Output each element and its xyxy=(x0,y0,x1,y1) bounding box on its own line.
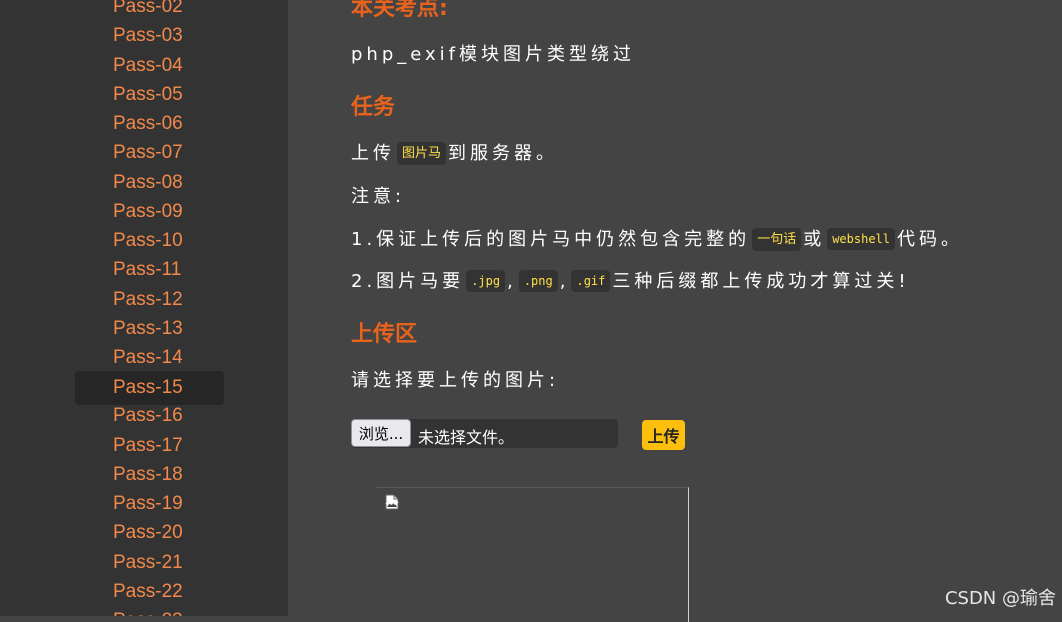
sidebar-item-pass-17[interactable]: Pass-17 xyxy=(75,431,224,460)
code-jpg: .jpg xyxy=(466,270,506,292)
point-text: php_exif模块图片类型绕过 xyxy=(351,44,636,65)
sidebar-item-pass-09[interactable]: Pass-09 xyxy=(75,197,224,226)
select-prompt: 请选择要上传的图片: xyxy=(351,370,560,391)
file-status: 未选择文件。 xyxy=(418,428,515,447)
sidebar-item-pass-05[interactable]: Pass-05 xyxy=(75,80,224,109)
code-png: .png xyxy=(518,270,558,292)
code-gif: .gif xyxy=(571,270,611,292)
sidebar-item-pass-12[interactable]: Pass-12 xyxy=(75,285,224,314)
heading-task: 任务 xyxy=(351,95,396,120)
sidebar-item-pass-11[interactable]: Pass-11 xyxy=(75,255,224,284)
code-one-liner: 一句话 xyxy=(752,228,802,251)
note-1: 1.保证上传后的图片马中仍然包含完整的 一句话或 webshell 代码。 xyxy=(351,225,963,251)
note1-post: 代码。 xyxy=(897,229,963,250)
sidebar-item-pass-04[interactable]: Pass-04 xyxy=(75,51,224,80)
sidebar-item-pass-13[interactable]: Pass-13 xyxy=(75,314,224,343)
broken-image-icon xyxy=(384,494,400,514)
sidebar-item-pass-14[interactable]: Pass-14 xyxy=(75,343,224,372)
sidebar-item-pass-07[interactable]: Pass-07 xyxy=(75,138,224,167)
sidebar-item-pass-19[interactable]: Pass-19 xyxy=(75,489,224,518)
task-post: 到服务器。 xyxy=(448,143,559,164)
sidebar-item-pass-10[interactable]: Pass-10 xyxy=(75,226,224,255)
task-pre: 上传 xyxy=(351,143,395,164)
note1-mid: 或 xyxy=(803,229,826,250)
sidebar-item-pass-21[interactable]: Pass-21 xyxy=(75,548,224,577)
task-text: 上传 图片马 到服务器。 xyxy=(351,139,558,165)
sidebar-item-pass-08[interactable]: Pass-08 xyxy=(75,168,224,197)
sidebar-item-pass-22[interactable]: Pass-22 xyxy=(75,577,224,606)
sidebar-item-pass-18[interactable]: Pass-18 xyxy=(75,460,224,489)
sidebar-item-pass-16[interactable]: Pass-16 xyxy=(75,401,224,430)
code-image-horse: 图片马 xyxy=(397,142,447,165)
sidebar-item-pass-03[interactable]: Pass-03 xyxy=(75,21,224,50)
image-preview xyxy=(376,487,689,622)
sidebar-item-pass-20[interactable]: Pass-20 xyxy=(75,518,224,547)
note-label: 注意: xyxy=(351,186,406,207)
note2-sep1: , xyxy=(507,271,517,292)
heading-upload: 上传区 xyxy=(351,322,418,347)
note2-post: 三种后缀都上传成功才算过关! xyxy=(612,271,910,292)
file-input[interactable]: 浏览... 未选择文件。 xyxy=(351,419,618,448)
sidebar: Pass-02 Pass-03 Pass-04 Pass-05 Pass-06 Pass-… xyxy=(0,0,288,616)
upload-button[interactable]: 上传 xyxy=(642,420,685,450)
note-2: 2.图片马要 .jpg, .png, .gif 三种后缀都上传成功才算过关! xyxy=(351,267,910,293)
pass-nav-list: Pass-02 Pass-03 Pass-04 Pass-05 Pass-06 Pass-… xyxy=(75,0,224,616)
note2-pre: 2.图片马要 xyxy=(351,271,465,292)
sidebar-item-pass-15[interactable]: Pass-15 xyxy=(75,371,224,406)
watermark: CSDN @瑜舍 xyxy=(944,588,1056,609)
note2-sep2: , xyxy=(559,271,570,292)
sidebar-item-pass-23[interactable]: Pass-23 xyxy=(75,606,224,616)
note1-pre: 1.保证上传后的图片马中仍然包含完整的 xyxy=(351,229,751,250)
heading-points: 本关考点: xyxy=(351,0,448,21)
code-webshell: webshell xyxy=(827,228,895,250)
sidebar-item-pass-06[interactable]: Pass-06 xyxy=(75,109,224,138)
main-content: 本关考点: php_exif模块图片类型绕过 任务 上传 图片马 到服务器。 注意:… xyxy=(288,0,1062,622)
browse-button[interactable]: 浏览... xyxy=(351,419,411,447)
sidebar-item-pass-02[interactable]: Pass-02 xyxy=(75,0,224,21)
